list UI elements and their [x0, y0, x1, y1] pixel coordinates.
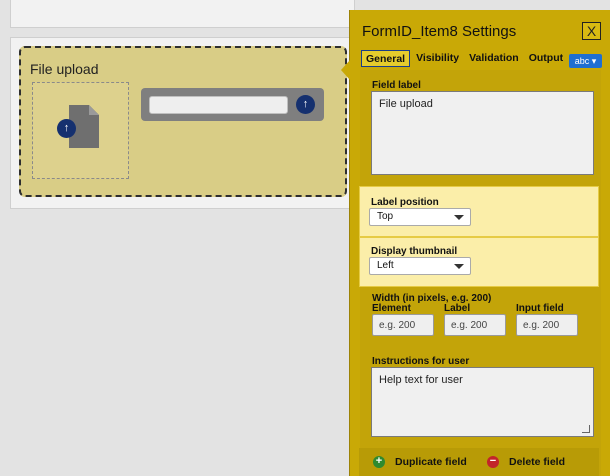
panel-title: FormID_Item8 Settings [362, 23, 517, 40]
input-width-input[interactable]: e.g. 200 [516, 314, 578, 336]
minus-circle-icon: − [487, 456, 499, 468]
display-thumbnail-value: Left [377, 260, 394, 271]
upload-arrow-icon[interactable]: ↑ [57, 119, 76, 138]
tab-output[interactable]: Output [525, 50, 567, 67]
panel-pointer [341, 60, 350, 80]
settings-tabs: General Visibility Validation Output [361, 50, 567, 67]
width-input-label: Input field [516, 303, 564, 314]
display-thumbnail-section: Display thumbnail Left [359, 237, 599, 287]
label-position-section: Label position Top [359, 186, 599, 237]
element-width-input[interactable]: e.g. 200 [372, 314, 434, 336]
upload-bar: ↑ [141, 88, 324, 121]
label-width-input[interactable]: e.g. 200 [444, 314, 506, 336]
upload-button[interactable]: ↑ [296, 95, 315, 114]
field-title: File upload [30, 61, 99, 77]
duplicate-field-button[interactable]: Duplicate field [395, 456, 467, 468]
plus-circle-icon: + [373, 456, 385, 468]
tab-general[interactable]: General [361, 50, 411, 67]
field-label-textarea[interactable]: File upload [371, 91, 594, 175]
close-button[interactable]: X [582, 22, 601, 40]
form-card: File upload ↑ ↑ [10, 37, 355, 209]
chevron-down-icon [454, 215, 464, 220]
delete-field-button[interactable]: Delete field [509, 456, 565, 468]
instructions-text: Help text for user [379, 374, 463, 386]
instructions-heading: Instructions for user [372, 356, 470, 367]
width-label-label: Label [444, 303, 471, 314]
width-element-label: Element [372, 303, 411, 314]
tab-validation[interactable]: Validation [465, 50, 523, 67]
chevron-down-icon [454, 264, 464, 269]
panel-footer: + Duplicate field − Delete field [359, 448, 599, 476]
thumbnail-dropzone[interactable]: ↑ [32, 82, 129, 179]
field-type-dropdown[interactable]: abc ▾ [569, 54, 602, 68]
form-header-strip [10, 0, 355, 28]
field-label-heading: Field label [372, 80, 421, 91]
display-thumbnail-heading: Display thumbnail [371, 246, 458, 257]
display-thumbnail-select[interactable]: Left [369, 257, 471, 275]
label-position-value: Top [377, 211, 394, 222]
label-position-select[interactable]: Top [369, 208, 471, 226]
file-upload-field[interactable]: File upload ↑ ↑ [19, 46, 347, 197]
file-path-input[interactable] [149, 96, 288, 114]
resize-handle-icon[interactable] [582, 425, 590, 433]
label-position-heading: Label position [371, 197, 439, 208]
instructions-textarea[interactable]: Help text for user [371, 367, 594, 437]
tab-visibility[interactable]: Visibility [412, 50, 463, 67]
